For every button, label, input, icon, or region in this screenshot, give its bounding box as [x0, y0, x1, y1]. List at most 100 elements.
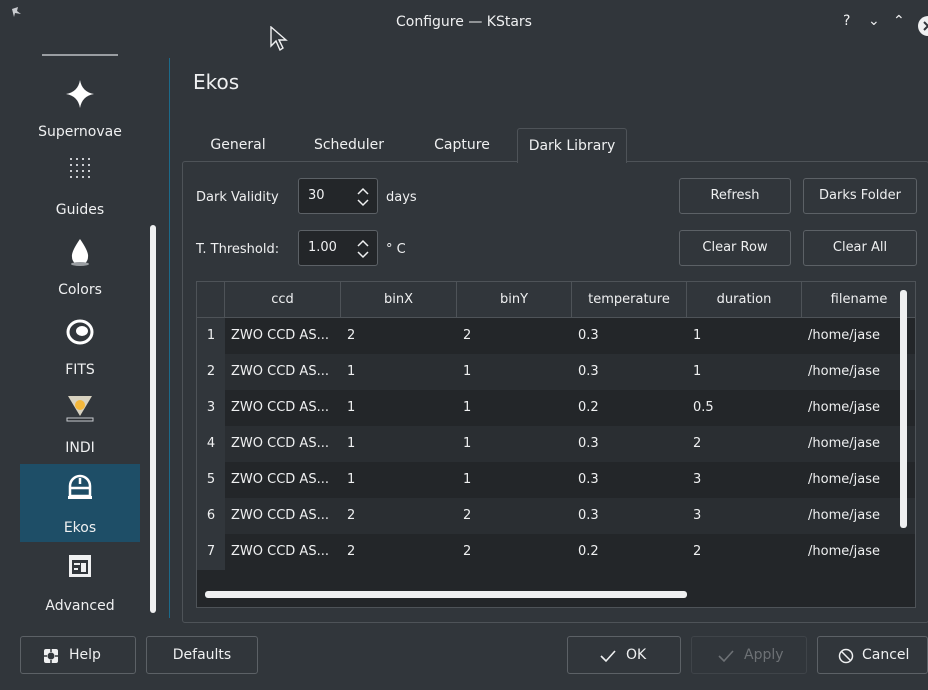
cell-filename: /home/jase: [808, 400, 880, 415]
table-row[interactable]: 2 ZWO CCD AS... 1 1 0.3 1 /home/jase: [197, 354, 915, 390]
cell-filename: /home/jase: [808, 472, 880, 487]
cell-filename: /home/jase: [808, 508, 880, 523]
tab-general[interactable]: General: [196, 128, 280, 162]
minimize-window-button[interactable]: ⌄: [868, 13, 880, 29]
table-row[interactable]: 1 ZWO CCD AS... 2 2 0.3 1 /home/jase: [197, 318, 915, 354]
cell-ccd: ZWO CCD AS...: [231, 544, 329, 559]
cancel-label: Cancel: [862, 647, 910, 663]
cell-duration: 0.5: [693, 400, 714, 415]
cell-duration: 1: [693, 364, 702, 379]
checkmark-icon: [600, 650, 616, 663]
cell-ccd: ZWO CCD AS...: [231, 508, 329, 523]
corner-header: [197, 282, 225, 318]
cell-duration: 2: [693, 436, 702, 451]
column-header-biny[interactable]: binY: [457, 282, 572, 318]
cell-temperature: 0.2: [578, 400, 599, 415]
cell-binx: 1: [347, 400, 356, 415]
cell-ccd: ZWO CCD AS...: [231, 436, 329, 451]
cell-binx: 1: [347, 436, 356, 451]
cell-biny: 1: [463, 364, 472, 379]
dark-validity-label: Dark Validity: [196, 190, 279, 205]
sidebar-item-guides[interactable]: Guides: [20, 152, 140, 226]
row-number[interactable]: 4: [197, 426, 225, 462]
cell-duration: 3: [693, 472, 702, 487]
cell-temperature: 0.3: [578, 364, 599, 379]
row-number[interactable]: 3: [197, 390, 225, 426]
tab-scheduler[interactable]: Scheduler: [300, 128, 398, 162]
sidebar-scrollbar[interactable]: [150, 225, 156, 613]
cell-binx: 2: [347, 508, 356, 523]
threshold-value: 1.00: [308, 240, 337, 255]
refresh-button[interactable]: Refresh: [679, 178, 791, 214]
cell-filename: /home/jase: [808, 328, 880, 343]
threshold-label: T. Threshold:: [196, 242, 280, 257]
cell-duration: 3: [693, 508, 702, 523]
cell-ccd: ZWO CCD AS...: [231, 364, 329, 379]
sidebar-item-colors[interactable]: Colors: [20, 232, 140, 306]
help-window-button[interactable]: ?: [843, 13, 850, 29]
clear-all-button[interactable]: Clear All: [803, 230, 917, 266]
cell-temperature: 0.3: [578, 508, 599, 523]
column-header-filename[interactable]: filename: [802, 282, 915, 318]
close-window-button[interactable]: [918, 16, 928, 36]
dark-validity-spinbox[interactable]: 30: [298, 178, 378, 214]
column-header-temperature[interactable]: temperature: [572, 282, 687, 318]
table-vertical-scrollbar[interactable]: [900, 290, 907, 528]
cell-biny: 1: [463, 436, 472, 451]
cancel-button[interactable]: Cancel: [817, 636, 928, 674]
darks-folder-button[interactable]: Darks Folder: [803, 178, 917, 214]
help-button[interactable]: Help: [20, 636, 136, 674]
sidebar-item-ekos[interactable]: Ekos: [20, 464, 140, 542]
close-icon: [923, 21, 928, 31]
page-title: Ekos: [193, 70, 240, 94]
column-header-ccd[interactable]: ccd: [225, 282, 341, 318]
cell-ccd: ZWO CCD AS...: [231, 328, 329, 343]
cell-filename: /home/jase: [808, 436, 880, 451]
column-header-binx[interactable]: binX: [341, 282, 457, 318]
dark-frames-table[interactable]: ccd binX binY temperature duration filen…: [196, 281, 916, 608]
cell-binx: 1: [347, 364, 356, 379]
table-row[interactable]: 4 ZWO CCD AS... 1 1 0.3 2 /home/jase: [197, 426, 915, 462]
table-row[interactable]: 5 ZWO CCD AS... 1 1 0.3 3 /home/jase: [197, 462, 915, 498]
defaults-button[interactable]: Defaults: [146, 636, 258, 674]
cancel-circle-icon: [838, 648, 854, 664]
row-number[interactable]: 2: [197, 354, 225, 390]
tab-dark-library[interactable]: Dark Library: [517, 128, 627, 163]
sidebar-item-indi[interactable]: INDI: [20, 388, 140, 462]
sidebar-divider: [169, 58, 170, 618]
spin-arrows-icon[interactable]: [355, 185, 371, 209]
spin-arrows-icon[interactable]: [355, 237, 371, 261]
column-header-duration[interactable]: duration: [687, 282, 802, 318]
cell-biny: 2: [463, 328, 472, 343]
sidebar-item-fits[interactable]: FITS: [20, 310, 140, 384]
table-header: ccd binX binY temperature duration filen…: [197, 282, 915, 318]
sidebar-item-advanced[interactable]: Advanced: [20, 546, 140, 622]
clear-row-button[interactable]: Clear Row: [679, 230, 791, 266]
cell-temperature: 0.3: [578, 328, 599, 343]
ok-button[interactable]: OK: [567, 636, 681, 674]
cell-binx: 1: [347, 472, 356, 487]
row-number[interactable]: 5: [197, 462, 225, 498]
table-row[interactable]: 6 ZWO CCD AS... 2 2 0.3 3 /home/jase: [197, 498, 915, 534]
cell-ccd: ZWO CCD AS...: [231, 400, 329, 415]
apply-button[interactable]: Apply: [691, 636, 807, 674]
table-horizontal-scrollbar[interactable]: [205, 591, 687, 598]
row-number[interactable]: 7: [197, 534, 225, 570]
maximize-window-button[interactable]: ⌃: [893, 13, 905, 29]
dot-grid-icon: [70, 158, 90, 178]
threshold-unit: ° C: [386, 242, 406, 257]
threshold-spinbox[interactable]: 1.00: [298, 230, 378, 266]
config-sidebar: Supernovae Guides Colors FITS INDI Ekos …: [20, 46, 160, 622]
sidebar-item-supernovae[interactable]: Supernovae: [20, 74, 140, 148]
table-row[interactable]: 3 ZWO CCD AS... 1 1 0.2 0.5 /home/jase: [197, 390, 915, 426]
row-number[interactable]: 1: [197, 318, 225, 354]
table-row[interactable]: 7 ZWO CCD AS... 2 2 0.2 2 /home/jase: [197, 534, 915, 570]
sidebar-item-label: Advanced: [45, 598, 115, 614]
cell-temperature: 0.2: [578, 544, 599, 559]
row-number[interactable]: 6: [197, 498, 225, 534]
ok-label: OK: [626, 647, 647, 663]
sidebar-item-label: Supernovae: [38, 124, 122, 140]
tab-capture[interactable]: Capture: [418, 128, 506, 162]
cell-binx: 2: [347, 544, 356, 559]
title-bar: Configure — KStars ? ⌄ ⌃: [0, 0, 928, 52]
